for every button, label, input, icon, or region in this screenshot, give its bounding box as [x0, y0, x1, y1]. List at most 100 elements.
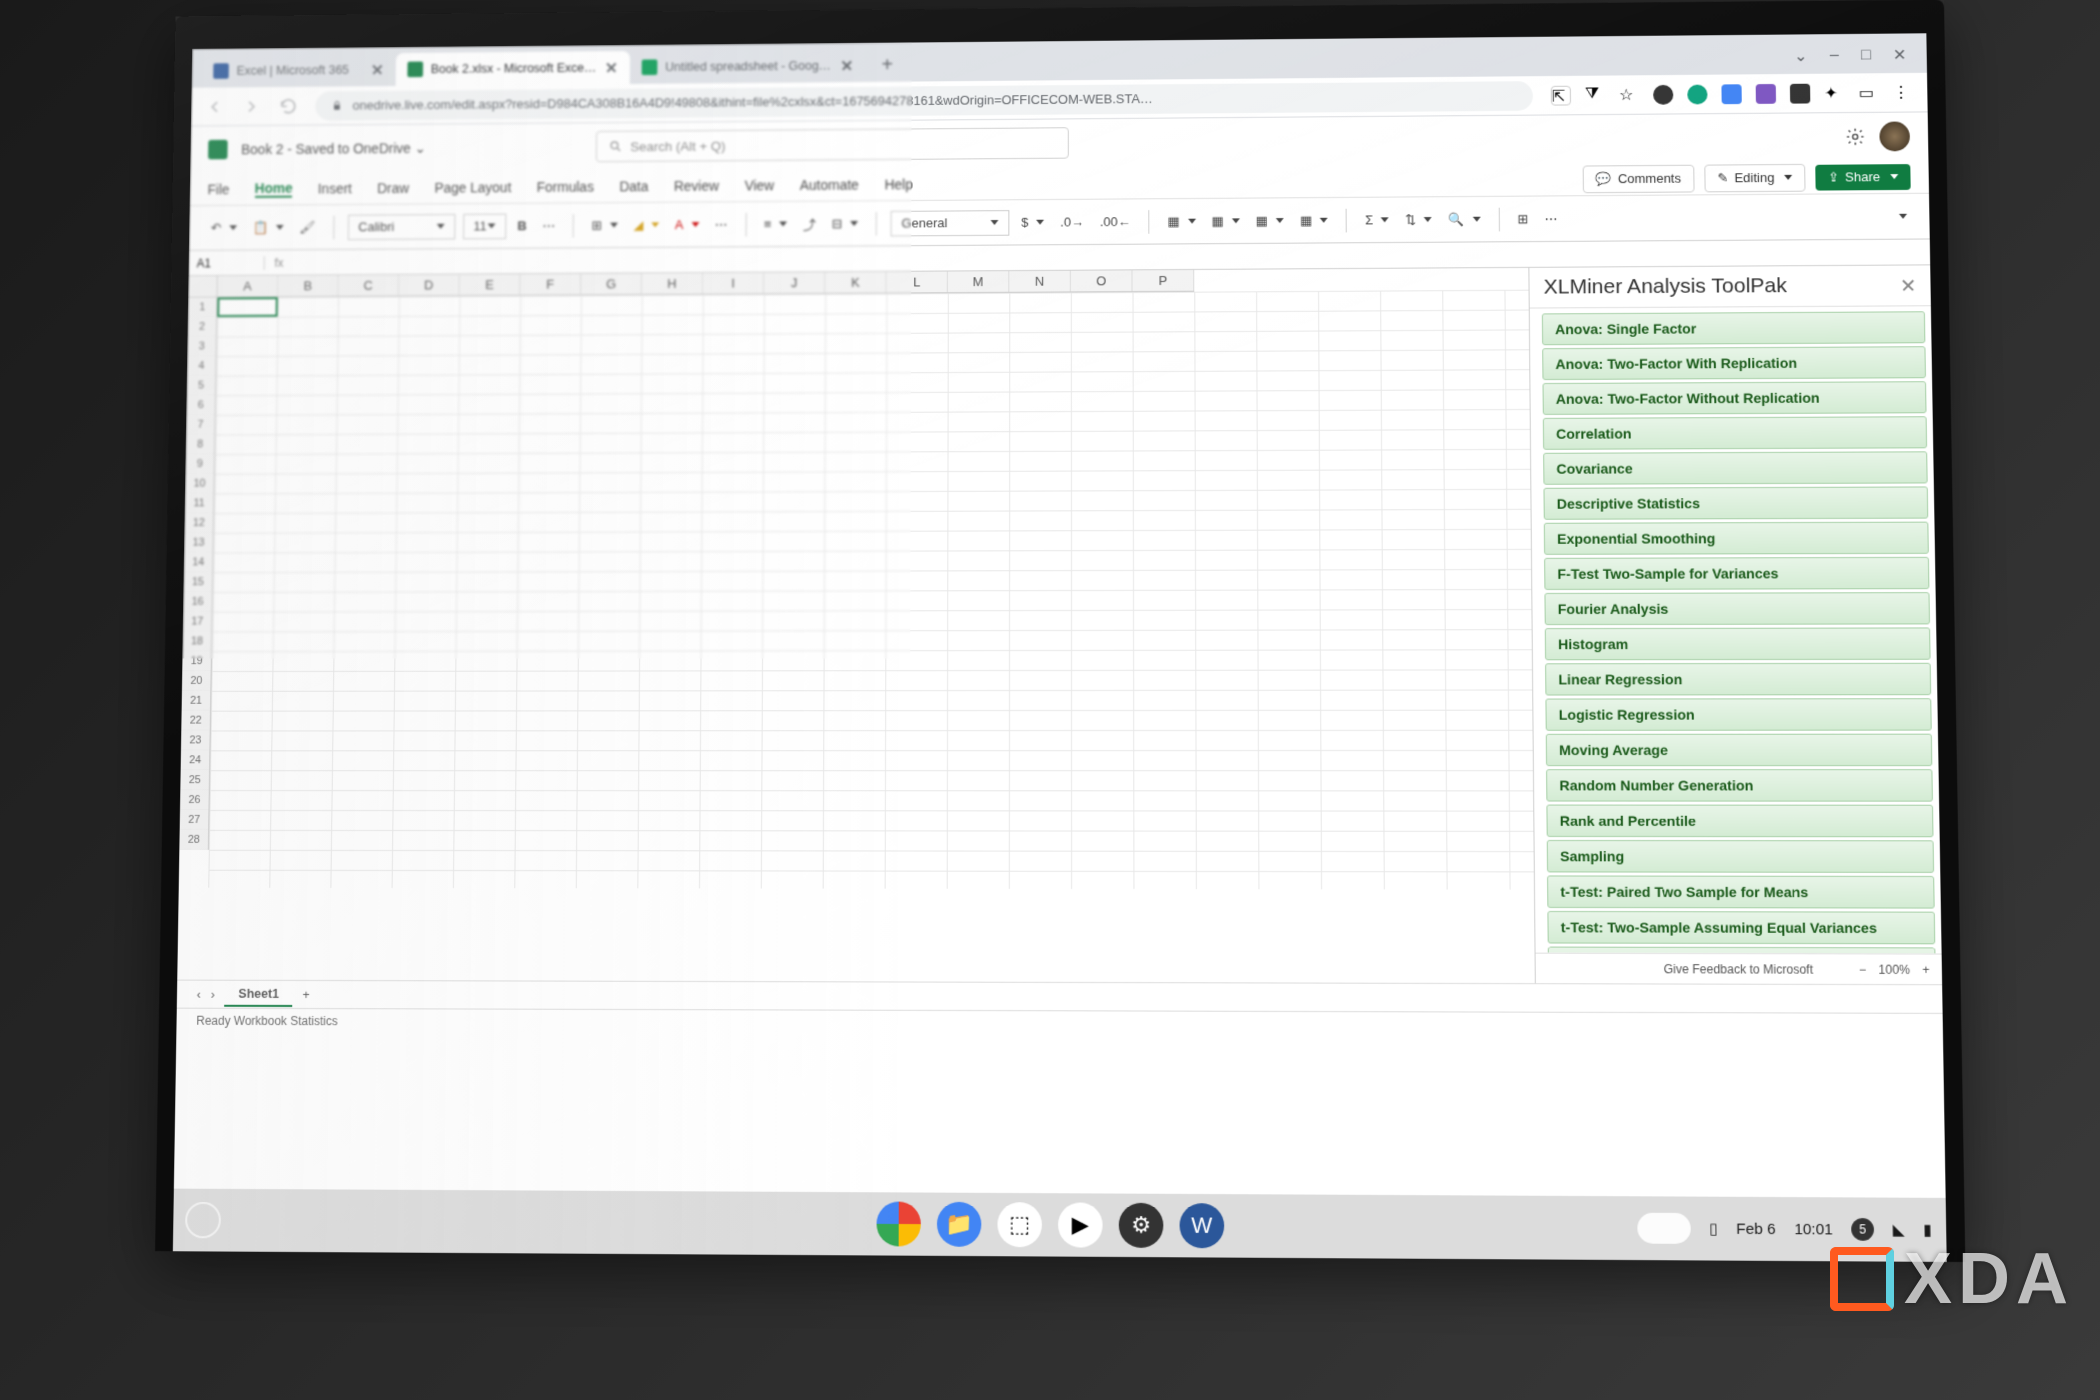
document-title[interactable]: Book 2 - Saved to OneDrive ⌄ [241, 140, 426, 158]
row-header-26[interactable]: 26 [180, 790, 209, 810]
address-bar[interactable]: onedrive.live.com/edit.aspx?resid=D984CA… [315, 81, 1533, 121]
font-name-select[interactable]: Calibri [347, 214, 455, 240]
row-header-27[interactable]: 27 [180, 810, 209, 830]
align-button[interactable]: ≡ [760, 214, 791, 235]
row-header-14[interactable]: 14 [184, 553, 213, 573]
select-all-corner[interactable] [188, 276, 218, 298]
row-header-21[interactable]: 21 [182, 691, 211, 711]
column-header-N[interactable]: N [1009, 271, 1071, 292]
row-header-16[interactable]: 16 [183, 592, 212, 612]
tool-item[interactable]: F-Test Two-Sample for Variances [1544, 557, 1929, 590]
ribbon-tab-formulas[interactable]: Formulas [537, 178, 594, 194]
more-font-fill[interactable]: ⋯ [711, 214, 732, 236]
ublock-icon[interactable] [1653, 84, 1673, 104]
clipboard-button[interactable]: 📋 [248, 217, 287, 239]
browser-tab-office[interactable]: Excel | Microsoft 365 [201, 53, 396, 88]
word-app-icon[interactable]: W [1180, 1203, 1225, 1248]
row-header-6[interactable]: 6 [186, 395, 215, 415]
column-header-K[interactable]: K [825, 272, 886, 293]
fx-icon[interactable]: fx [265, 256, 294, 270]
more-font-button[interactable]: ⋯ [538, 215, 559, 237]
phone-hub-icon[interactable]: ▯ [1709, 1219, 1718, 1238]
increase-decimal-button[interactable]: .0→ [1056, 212, 1088, 233]
row-header-20[interactable]: 20 [182, 671, 211, 691]
tool-item[interactable]: Random Number Generation [1546, 769, 1933, 802]
conditional-format-button[interactable]: ▦ [1163, 210, 1199, 232]
row-header-1[interactable]: 1 [188, 298, 217, 318]
column-header-F[interactable]: F [520, 274, 581, 295]
column-header-L[interactable]: L [886, 271, 947, 292]
minimize-icon[interactable]: – [1830, 47, 1839, 65]
tool-item[interactable]: Fourier Analysis [1544, 592, 1930, 625]
star-icon[interactable]: ☆ [1619, 85, 1639, 105]
comments-button[interactable]: 💬 Comments [1582, 164, 1694, 193]
merge-button[interactable]: ⊟ [828, 213, 863, 235]
back-icon[interactable] [205, 97, 225, 117]
battery-icon[interactable]: ▮ [1923, 1220, 1932, 1239]
row-header-8[interactable]: 8 [186, 435, 215, 455]
sheet-tab-sheet1[interactable]: Sheet1 [224, 982, 292, 1006]
ribbon-tab-data[interactable]: Data [619, 178, 648, 194]
chrome-caret-icon[interactable]: ⌄ [1794, 46, 1808, 66]
column-header-E[interactable]: E [459, 274, 520, 295]
ribbon-tab-home[interactable]: Home [255, 180, 293, 198]
reading-list-icon[interactable]: ▭ [1858, 83, 1879, 103]
browser-tab-excel[interactable]: Book 2.xlsx - Microsoft Excel O… [396, 51, 631, 86]
new-sheet-button[interactable]: + [303, 987, 310, 1001]
tool-item[interactable]: Correlation [1543, 416, 1927, 450]
extension-icon[interactable] [1756, 83, 1776, 103]
row-header-15[interactable]: 15 [184, 572, 213, 592]
format-table-button[interactable]: ▦ [1208, 210, 1244, 232]
row-header-17[interactable]: 17 [183, 612, 212, 632]
close-icon[interactable] [840, 59, 854, 73]
addins-button[interactable]: ⊞ [1513, 208, 1532, 230]
ribbon-tab-draw[interactable]: Draw [377, 180, 409, 196]
zoom-out-button[interactable]: − [1859, 962, 1866, 976]
bold-button[interactable]: B [514, 215, 531, 236]
share-button[interactable]: ⇪ Share [1816, 164, 1911, 190]
decrease-decimal-button[interactable]: .00← [1096, 211, 1135, 232]
column-header-B[interactable]: B [278, 275, 339, 296]
row-header-7[interactable]: 7 [186, 415, 215, 435]
row-header-23[interactable]: 23 [181, 730, 210, 750]
font-color-button[interactable]: A [671, 214, 703, 235]
open-external-icon[interactable]: ⇱ [1551, 85, 1571, 105]
column-header-G[interactable]: G [581, 273, 642, 294]
slack-app-icon[interactable]: ⬚ [997, 1202, 1041, 1247]
number-format-select[interactable]: General [891, 210, 1010, 236]
editing-mode-button[interactable]: ✎ Editing [1704, 163, 1806, 191]
ribbon-tab-review[interactable]: Review [674, 177, 719, 193]
row-header-19[interactable]: 19 [182, 651, 211, 671]
format-painter-button[interactable]: 🖌 [295, 216, 319, 238]
row-header-9[interactable]: 9 [185, 454, 214, 474]
tool-item[interactable]: Rank and Percentile [1546, 805, 1933, 838]
row-header-3[interactable]: 3 [187, 337, 216, 357]
tool-item[interactable]: Exponential Smoothing [1544, 522, 1929, 555]
tool-item[interactable]: Sampling [1547, 840, 1934, 873]
search-input[interactable]: Search (Alt + Q) [596, 127, 1069, 162]
row-header-25[interactable]: 25 [180, 770, 209, 790]
new-tab-button[interactable]: + [873, 51, 901, 79]
tool-item[interactable]: t-Test: Two-Sample Assuming Equal Varian… [1547, 911, 1935, 944]
name-box[interactable]: A1 [189, 256, 265, 270]
ribbon-tab-help[interactable]: Help [884, 176, 912, 192]
reload-icon[interactable] [279, 96, 299, 116]
cells-canvas[interactable] [208, 290, 1534, 890]
browser-tab-sheets[interactable]: Untitled spreadsheet - Google Sh… [630, 49, 866, 84]
extension-icon[interactable] [1790, 83, 1810, 103]
undo-button[interactable]: ↶ [207, 217, 241, 239]
more-commands-button[interactable]: ⋯ [1540, 208, 1561, 230]
play-store-icon[interactable]: ▶ [1058, 1202, 1103, 1247]
row-header-10[interactable]: 10 [185, 474, 214, 494]
close-icon[interactable] [1900, 277, 1916, 293]
column-header-H[interactable]: H [642, 273, 703, 294]
insert-cells-button[interactable]: ▦ [1296, 209, 1332, 231]
row-header-24[interactable]: 24 [181, 750, 210, 770]
tool-item[interactable]: Logistic Regression [1545, 698, 1931, 731]
column-header-P[interactable]: P [1132, 270, 1194, 291]
zoom-in-button[interactable]: + [1922, 962, 1929, 976]
wrap-text-button[interactable]: ⤴ [799, 211, 820, 236]
close-icon[interactable] [604, 61, 618, 75]
sheet-nav-next[interactable]: › [211, 987, 215, 1001]
row-header-11[interactable]: 11 [185, 493, 214, 513]
